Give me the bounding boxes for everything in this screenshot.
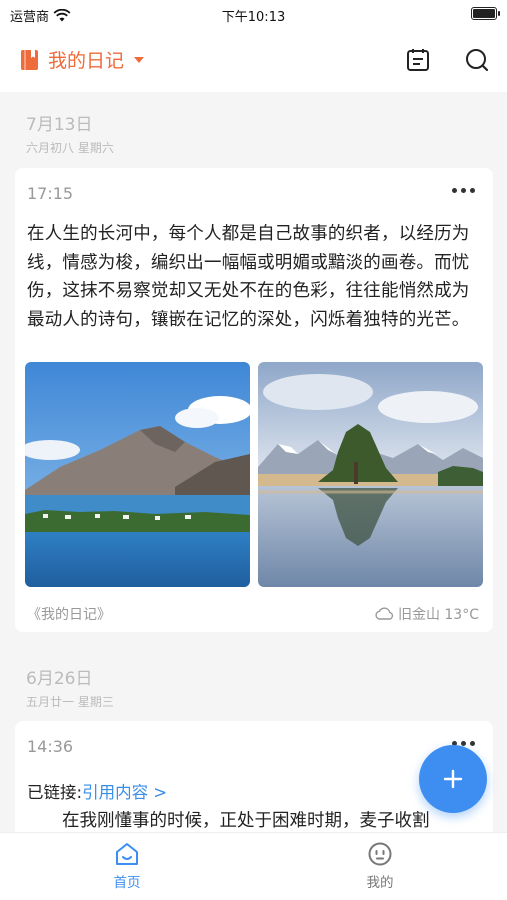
home-icon [116, 843, 138, 865]
clock: 下午10:13 [221, 10, 286, 25]
tab-profile-label: 我的 [366, 875, 394, 891]
lunar-weekday-label: 六月初八 星期六 [26, 141, 114, 155]
entry-text: 在我刚懂事的时候，正处于困难时期，麦子收割 [62, 811, 430, 831]
battery-icon [471, 7, 500, 20]
more-icon[interactable] [452, 188, 475, 193]
search-icon[interactable] [463, 46, 491, 74]
entry-text: 在人生的长河中，每个人都是自己故事的织者，以经历为线，情感为梭，编织出一幅幅或明… [27, 224, 470, 330]
date-label: 7月13日 [26, 115, 93, 135]
date-header: 6月26日 五月廿一 星期三 [26, 664, 114, 710]
reflection-lake-photo[interactable] [258, 362, 483, 587]
diary-title: 我的日记 [48, 50, 125, 72]
diary-name-label: 《我的日记》 [27, 607, 111, 623]
tab-bar: 首页 我的 [0, 832, 507, 900]
link-label: 已链接: [27, 783, 83, 802]
diary-entry-card[interactable]: 17:15 在人生的长河中，每个人都是自己故事的织者，以经历为线，情感为梭，编织… [15, 168, 493, 632]
diary-feed[interactable]: 7月13日 六月初八 星期六 17:15 在人生的长河中，每个人都是自己故事的织… [0, 92, 507, 832]
caret-down-icon [134, 56, 145, 63]
plus-icon [443, 769, 463, 789]
diary-selector[interactable]: 我的日记 [20, 46, 145, 73]
lunar-weekday-label: 五月廿一 星期三 [26, 695, 114, 709]
quoted-content-link[interactable]: 引用内容 > [82, 783, 167, 802]
nav-bar: 我的日记 [0, 30, 507, 92]
tab-profile[interactable]: 我的 [340, 841, 420, 891]
mountain-lake-photo[interactable] [25, 362, 250, 587]
entry-time: 17:15 [27, 184, 74, 203]
linked-content-row[interactable]: 已链接:引用内容 > [27, 779, 167, 803]
calendar-icon[interactable] [404, 46, 432, 74]
tab-home[interactable]: 首页 [87, 841, 167, 891]
status-bar: 运营商 下午10:13 [0, 0, 507, 30]
entry-time: 14:36 [27, 737, 74, 756]
weather-info: 旧金山 13°C [374, 604, 479, 624]
add-entry-button[interactable] [419, 745, 487, 813]
date-header: 7月13日 六月初八 星期六 [26, 110, 114, 156]
cloud-icon [375, 607, 394, 620]
weather-label: 旧金山 13°C [397, 607, 479, 623]
profile-icon [368, 842, 392, 866]
book-icon [21, 49, 38, 70]
tab-home-label: 首页 [113, 875, 141, 891]
date-label: 6月26日 [26, 669, 93, 689]
